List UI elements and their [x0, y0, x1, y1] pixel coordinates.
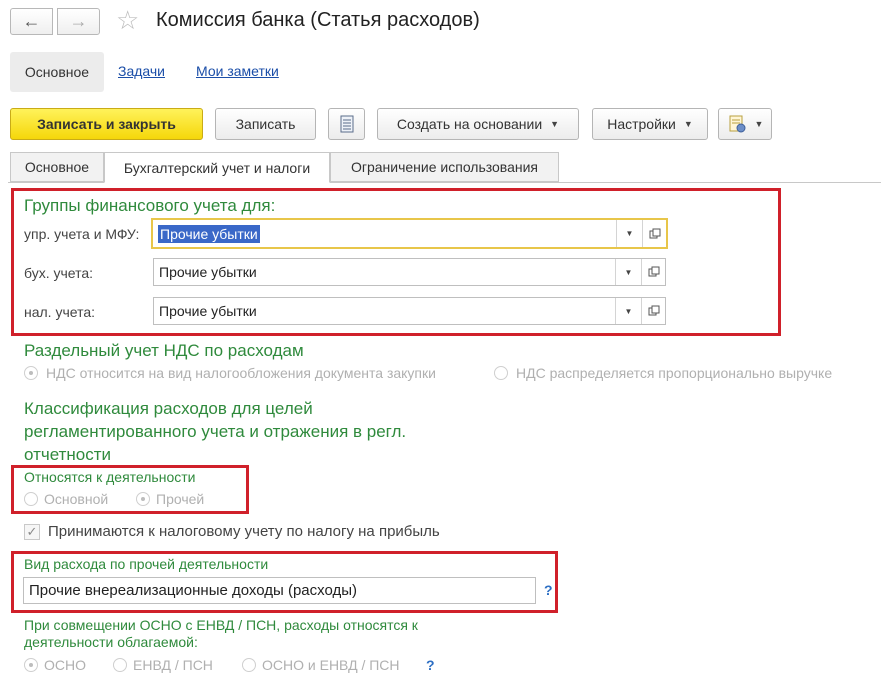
back-button[interactable]: ← [10, 8, 53, 35]
classification-title-line2: регламентированного учета и отражения в … [24, 422, 407, 441]
help-icon[interactable]: ? [544, 582, 553, 598]
tax-accounting-field[interactable]: Прочие убытки ▼ [153, 297, 666, 325]
other-expense-field[interactable]: Прочие внереализационные доходы (расходы… [23, 577, 536, 604]
classification-title-line1: Классификация расходов для целей [24, 399, 313, 418]
caret-down-icon: ▼ [550, 119, 560, 129]
star-icon[interactable]: ☆ [116, 7, 139, 33]
combo-option-envd[interactable]: ЕНВД / ПСН [113, 657, 213, 673]
tax-accounting-label: нал. учета: [24, 304, 96, 320]
combo-label-line2: деятельности облагаемой: [24, 634, 198, 650]
print-button[interactable]: ▼ [718, 108, 772, 140]
other-expense-value: Прочие внереализационные доходы (расходы… [29, 582, 358, 599]
activity-option-other-label: Прочей [156, 491, 205, 507]
open-icon[interactable] [641, 259, 665, 285]
tab-main[interactable]: Основное [10, 152, 104, 182]
book-accounting-label: бух. учета: [24, 265, 94, 281]
classification-title-line3: отчетности [24, 445, 112, 464]
combo-option-osno-label: ОСНО [44, 657, 86, 673]
radio-selected-icon [24, 658, 38, 672]
open-icon[interactable] [641, 298, 665, 324]
activity-option-main[interactable]: Основной [24, 491, 108, 507]
radio-empty-icon [494, 366, 508, 380]
tab-usage-restriction[interactable]: Ограничение использования [330, 152, 559, 182]
window-title: Комиссия банка (Статья расходов) [156, 9, 480, 31]
save-and-close-button[interactable]: Записать и закрыть [10, 108, 203, 140]
forward-button[interactable]: → [57, 8, 100, 35]
profit-tax-label: Принимаются к налоговому учету по налогу… [48, 523, 440, 540]
arrow-right-icon: → [69, 11, 88, 31]
create-based-label: Создать на основании [396, 116, 543, 132]
vat-option-proportional[interactable]: НДС распределяется пропорционально выруч… [494, 365, 832, 381]
vat-option-proportional-label: НДС распределяется пропорционально выруч… [516, 365, 833, 381]
save-button[interactable]: Записать [215, 108, 316, 140]
profit-tax-checkbox[interactable]: ✓ Принимаются к налоговому учету по нало… [24, 523, 440, 540]
vat-title: Раздельный учет НДС по расходам [24, 341, 304, 360]
settings-button[interactable]: Настройки ▼ [592, 108, 708, 140]
help-icon[interactable]: ? [426, 657, 435, 673]
list-icon [340, 115, 353, 133]
dropdown-arrow-icon[interactable]: ▼ [615, 259, 641, 285]
other-expense-label: Вид расхода по прочей деятельности [24, 556, 269, 572]
arrow-left-icon: ← [22, 11, 41, 31]
combo-option-both-label: ОСНО и ЕНВД / ПСН [262, 657, 400, 673]
caret-down-icon: ▼ [754, 119, 764, 129]
radio-selected-icon [24, 366, 38, 380]
radio-empty-icon [113, 658, 127, 672]
section-notes[interactable]: Мои заметки [196, 63, 279, 79]
vat-option-document[interactable]: НДС относится на вид налогообложения док… [24, 365, 436, 381]
section-tasks[interactable]: Задачи [118, 63, 165, 79]
checkmark-icon: ✓ [24, 523, 40, 540]
mgmt-accounting-field[interactable]: Прочие убытки ▼ [151, 218, 668, 249]
create-based-on-button[interactable]: Создать на основании ▼ [377, 108, 579, 140]
dropdown-arrow-icon[interactable]: ▼ [615, 298, 641, 324]
open-icon[interactable] [642, 220, 666, 247]
combo-option-envd-label: ЕНВД / ПСН [133, 657, 213, 673]
fin-groups-title: Группы финансового учета для: [24, 196, 276, 215]
activity-label: Относятся к деятельности [24, 469, 196, 485]
dropdown-arrow-icon[interactable]: ▼ [616, 220, 642, 247]
radio-empty-icon [242, 658, 256, 672]
activity-option-other[interactable]: Прочей [136, 491, 204, 507]
report-list-button[interactable] [328, 108, 365, 140]
combo-label-line1: При совмещении ОСНО с ЕНВД / ПСН, расход… [24, 617, 418, 633]
mgmt-accounting-label: упр. учета и МФУ: [24, 226, 140, 242]
document-print-icon [729, 115, 746, 133]
settings-label: Настройки [607, 116, 676, 132]
mgmt-accounting-value: Прочие убытки [158, 224, 260, 243]
tab-accounting-taxes[interactable]: Бухгалтерский учет и налоги [104, 152, 330, 183]
activity-option-main-label: Основной [44, 491, 109, 507]
vat-option-document-label: НДС относится на вид налогообложения док… [46, 365, 436, 381]
tax-accounting-value: Прочие убытки [159, 303, 257, 319]
section-main[interactable]: Основное [10, 52, 104, 92]
caret-down-icon: ▼ [683, 119, 693, 129]
book-accounting-field[interactable]: Прочие убытки ▼ [153, 258, 666, 286]
radio-empty-icon [24, 492, 38, 506]
radio-selected-icon [136, 492, 150, 506]
combo-option-osno[interactable]: ОСНО [24, 657, 86, 673]
book-accounting-value: Прочие убытки [159, 264, 257, 280]
combo-option-both[interactable]: ОСНО и ЕНВД / ПСН [242, 657, 400, 673]
